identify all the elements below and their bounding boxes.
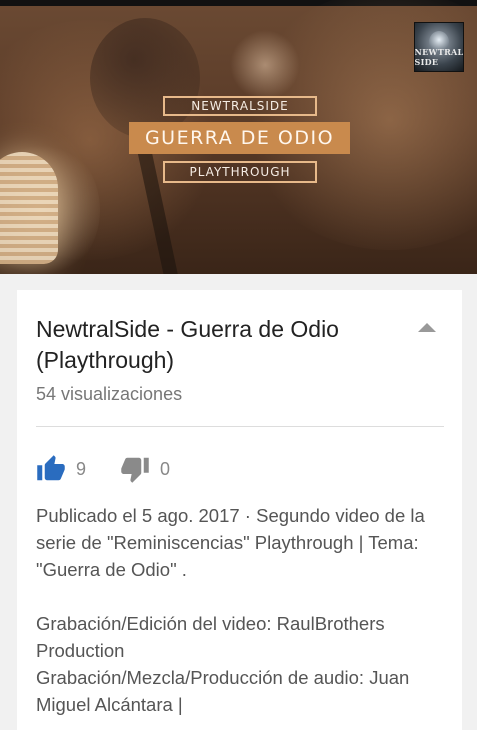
view-count: 54 visualizaciones	[36, 384, 183, 404]
caret-up-icon	[418, 322, 436, 332]
overlay-artist: NEWTRALSIDE	[163, 96, 317, 116]
collapse-details-button[interactable]	[417, 320, 437, 334]
divider	[36, 426, 444, 427]
description-line-3: Grabación/Mezcla/Producción de audio: Ju…	[36, 667, 410, 715]
description-gap	[36, 583, 456, 610]
thumbs-up-icon	[36, 454, 66, 484]
dislike-count: 0	[160, 458, 171, 479]
like-button[interactable]: 9	[36, 454, 86, 484]
logo-text: NEWTRAL SIDE	[414, 47, 464, 67]
video-description: Publicado el 5 ago. 2017 · Segundo video…	[36, 502, 456, 718]
overlay-song: GUERRA DE ODIO	[129, 122, 350, 154]
video-title-overlay: NEWTRALSIDE GUERRA DE ODIO PLAYTHROUGH	[0, 96, 477, 186]
like-count: 9	[76, 458, 87, 479]
microphone-highlight	[230, 30, 300, 100]
rating-row: 9 0	[36, 452, 170, 486]
thumbs-down-icon	[120, 454, 150, 484]
dislike-button[interactable]: 0	[120, 454, 170, 484]
video-info-card: NewtralSide - Guerra de Odio (Playthroug…	[17, 290, 462, 730]
description-line-1: Publicado el 5 ago. 2017 · Segundo video…	[36, 505, 425, 580]
video-title: NewtralSide - Guerra de Odio (Playthroug…	[36, 316, 339, 373]
channel-watermark-logo: NEWTRAL SIDE	[414, 22, 464, 72]
description-line-2: Grabación/Edición del video: RaulBrother…	[36, 613, 385, 661]
overlay-type: PLAYTHROUGH	[163, 161, 317, 183]
video-player[interactable]: NEWTRAL SIDE NEWTRALSIDE GUERRA DE ODIO …	[0, 0, 477, 274]
